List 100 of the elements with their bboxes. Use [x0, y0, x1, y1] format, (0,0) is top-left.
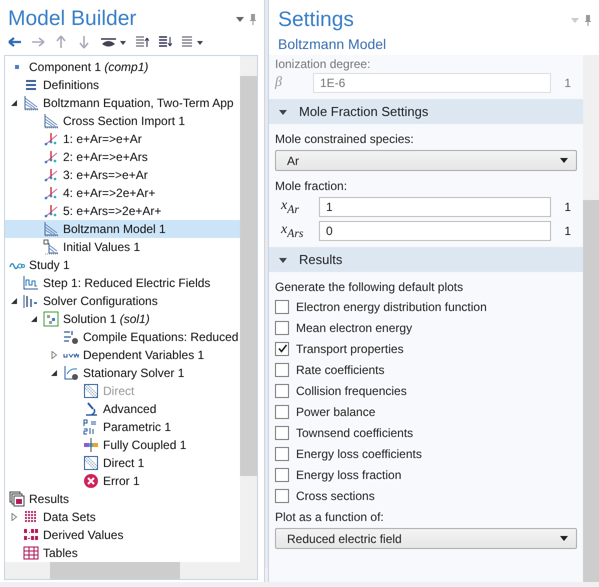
expanded-triangle-icon[interactable]: [279, 108, 287, 116]
tree-item[interactable]: Definitions: [5, 76, 240, 94]
pin-icon[interactable]: [585, 14, 591, 26]
section-header[interactable]: Results: [269, 247, 583, 272]
tree-item[interactable]: Data Sets: [5, 508, 240, 526]
tree-item[interactable]: Compile Equations: Reduced: [5, 328, 240, 346]
curve-chart-icon: [43, 221, 59, 237]
tree-item[interactable]: Error 1: [5, 472, 240, 490]
symbol-label: β: [275, 75, 283, 91]
bar-chart-icon: [23, 293, 39, 309]
reaction-icon: [43, 131, 59, 147]
curve-chart-icon: [23, 95, 39, 111]
tree-item[interactable]: Initial Values 1: [5, 238, 240, 256]
expanded-triangle-icon[interactable]: [50, 369, 58, 377]
symbol-label: x$_{Ar}$: [281, 198, 300, 216]
tree-item[interactable]: Step 1: Reduced Electric Fields: [5, 274, 240, 292]
checkbox[interactable]: [275, 320, 289, 334]
tree-item[interactable]: 4: e+Ar=>2e+Ar+: [5, 184, 240, 202]
up-arrow-icon[interactable]: [54, 35, 68, 49]
tree-item[interactable]: Parametric 1: [5, 418, 240, 436]
checkbox[interactable]: [275, 384, 289, 398]
forward-arrow-icon[interactable]: [31, 35, 45, 49]
list-dropdown-icon[interactable]: [181, 35, 205, 49]
checkbox-label[interactable]: Electron energy distribution function: [296, 300, 487, 314]
tree-item[interactable]: Results: [5, 490, 240, 508]
tree-item[interactable]: Boltzmann Equation, Two-Term App: [5, 94, 240, 112]
dropdown[interactable]: Ar: [275, 150, 577, 171]
pin-icon[interactable]: [250, 14, 256, 24]
checkbox-label[interactable]: Power balance: [296, 404, 376, 418]
panel-subtitle: Boltzmann Model: [277, 35, 388, 54]
checkbox-label[interactable]: Townsend coefficients: [296, 426, 414, 440]
expanded-triangle-icon[interactable]: [279, 256, 287, 264]
tree-item[interactable]: Fully Coupled 1: [5, 436, 240, 454]
error-icon: [83, 473, 99, 489]
unit-label: 1: [563, 76, 572, 90]
checkbox[interactable]: [275, 446, 289, 460]
table-icon: [23, 545, 39, 561]
checkbox-label[interactable]: Collision frequencies: [296, 384, 407, 398]
tree-item[interactable]: Component 1 (comp1): [5, 58, 240, 76]
back-arrow-icon[interactable]: [8, 35, 22, 49]
field-label: Mole fraction:: [275, 178, 348, 195]
checkbox[interactable]: [275, 426, 289, 440]
field-label: Plot as a function of:: [275, 509, 385, 526]
eye-dropdown-icon[interactable]: [100, 35, 126, 49]
horizontal-scrollbar[interactable]: [5, 562, 257, 579]
step-chart-icon: [23, 275, 39, 291]
curve-chart-icon: [43, 113, 59, 129]
curve-chart-icon: [43, 239, 59, 255]
checkbox-label[interactable]: Rate coefficients: [296, 362, 384, 376]
equation-gear-icon: [63, 329, 79, 345]
expanded-triangle-icon[interactable]: [10, 99, 18, 107]
tree-item[interactable]: Advanced: [5, 400, 240, 418]
vertical-scrollbar[interactable]: [240, 56, 257, 562]
caret-icon[interactable]: [560, 536, 568, 541]
caret-icon[interactable]: [560, 158, 568, 163]
tree-item[interactable]: Study 1: [5, 256, 240, 274]
tree-item[interactable]: 3: e+Ars=>e+Ar: [5, 166, 240, 184]
checkbox-label[interactable]: Energy loss fraction: [296, 468, 402, 482]
hatched-square-icon: [83, 383, 99, 399]
collapsed-triangle-icon[interactable]: [10, 513, 18, 521]
checkbox[interactable]: [275, 342, 289, 356]
reaction-icon: [43, 185, 59, 201]
section-header[interactable]: Mole Fraction Settings: [269, 99, 583, 124]
expanded-triangle-icon[interactable]: [30, 315, 38, 323]
checkbox-label[interactable]: Energy loss coefficients: [296, 446, 422, 460]
checkbox[interactable]: [275, 468, 289, 482]
checkbox-label[interactable]: Cross sections: [296, 488, 375, 502]
reaction-icon: [43, 203, 59, 219]
checkbox[interactable]: [275, 404, 289, 418]
input-field[interactable]: 1: [319, 197, 551, 217]
tree-item[interactable]: Direct 1: [5, 454, 240, 472]
tree-item[interactable]: Cross Section Import 1: [5, 112, 240, 130]
tree-item[interactable]: 1: e+Ar=>e+Ar: [5, 130, 240, 148]
number-grid-icon: [23, 527, 39, 543]
field-label: Mole constrained species:: [275, 131, 415, 148]
tree-item[interactable]: Derived Values: [5, 526, 240, 544]
expanded-triangle-icon[interactable]: [10, 297, 18, 305]
tree-item[interactable]: Boltzmann Model 1: [5, 220, 240, 238]
tree-item[interactable]: Solver Configurations: [5, 292, 240, 310]
tree-item[interactable]: Dependent Variables 1: [5, 346, 240, 364]
tree-item[interactable]: Solution 1 (sol1): [5, 310, 240, 328]
input-field[interactable]: 0: [319, 221, 551, 241]
collapse-list-icon[interactable]: [135, 35, 149, 49]
unit-label: 1: [563, 200, 572, 214]
tree-item[interactable]: 2: e+Ar=>e+Ars: [5, 148, 240, 166]
vertical-scrollbar[interactable]: [583, 55, 599, 582]
expand-list-icon[interactable]: [158, 35, 172, 49]
tree-item[interactable]: 5: e+Ars=>2e+Ar+: [5, 202, 240, 220]
curve-gear-icon: [63, 365, 79, 381]
checkbox[interactable]: [275, 300, 289, 314]
tree-item[interactable]: Stationary Solver 1: [5, 364, 240, 382]
checkbox[interactable]: [275, 362, 289, 376]
down-arrow-icon[interactable]: [77, 35, 91, 49]
checkbox-label[interactable]: Mean electron energy: [296, 320, 412, 334]
collapsed-triangle-icon[interactable]: [50, 351, 58, 359]
tree-item[interactable]: Tables: [5, 544, 240, 562]
checkbox[interactable]: [275, 488, 289, 502]
checkbox-label[interactable]: Transport properties: [296, 342, 404, 356]
dropdown[interactable]: Reduced electric field: [275, 528, 577, 549]
hatched-square-icon: [83, 455, 99, 471]
